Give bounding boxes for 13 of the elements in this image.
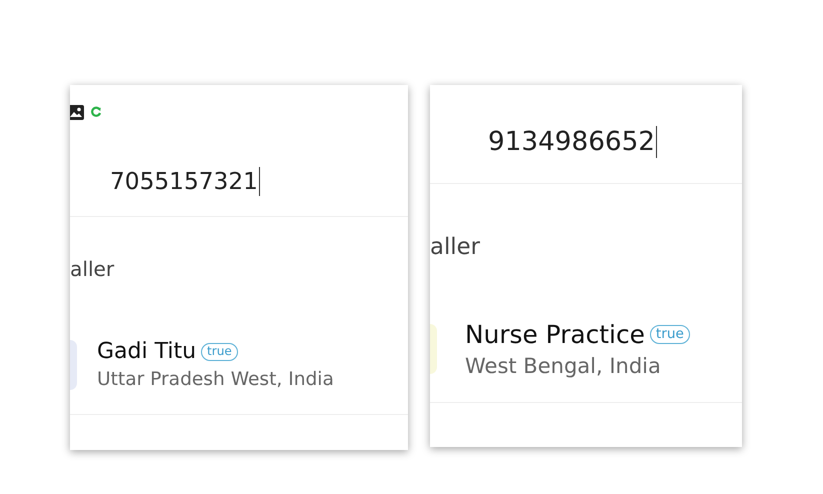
section-label: aller: [70, 257, 114, 282]
refresh-icon: [90, 106, 102, 118]
status-badge: true: [650, 324, 690, 344]
phone-number-field[interactable]: 7055157321: [110, 163, 260, 200]
text-cursor: [258, 167, 260, 196]
contact-location: Uttar Pradesh West, India: [97, 368, 334, 390]
status-badge: true: [201, 342, 238, 361]
contact-location: West Bengal, India: [465, 354, 662, 378]
contact-name: Nurse Practice: [465, 320, 645, 349]
text-cursor: [656, 126, 658, 158]
phone-number-field[interactable]: 9134986652: [488, 121, 658, 163]
section-label: aller: [430, 234, 480, 260]
contact-name: Gadi Titu: [97, 339, 196, 364]
